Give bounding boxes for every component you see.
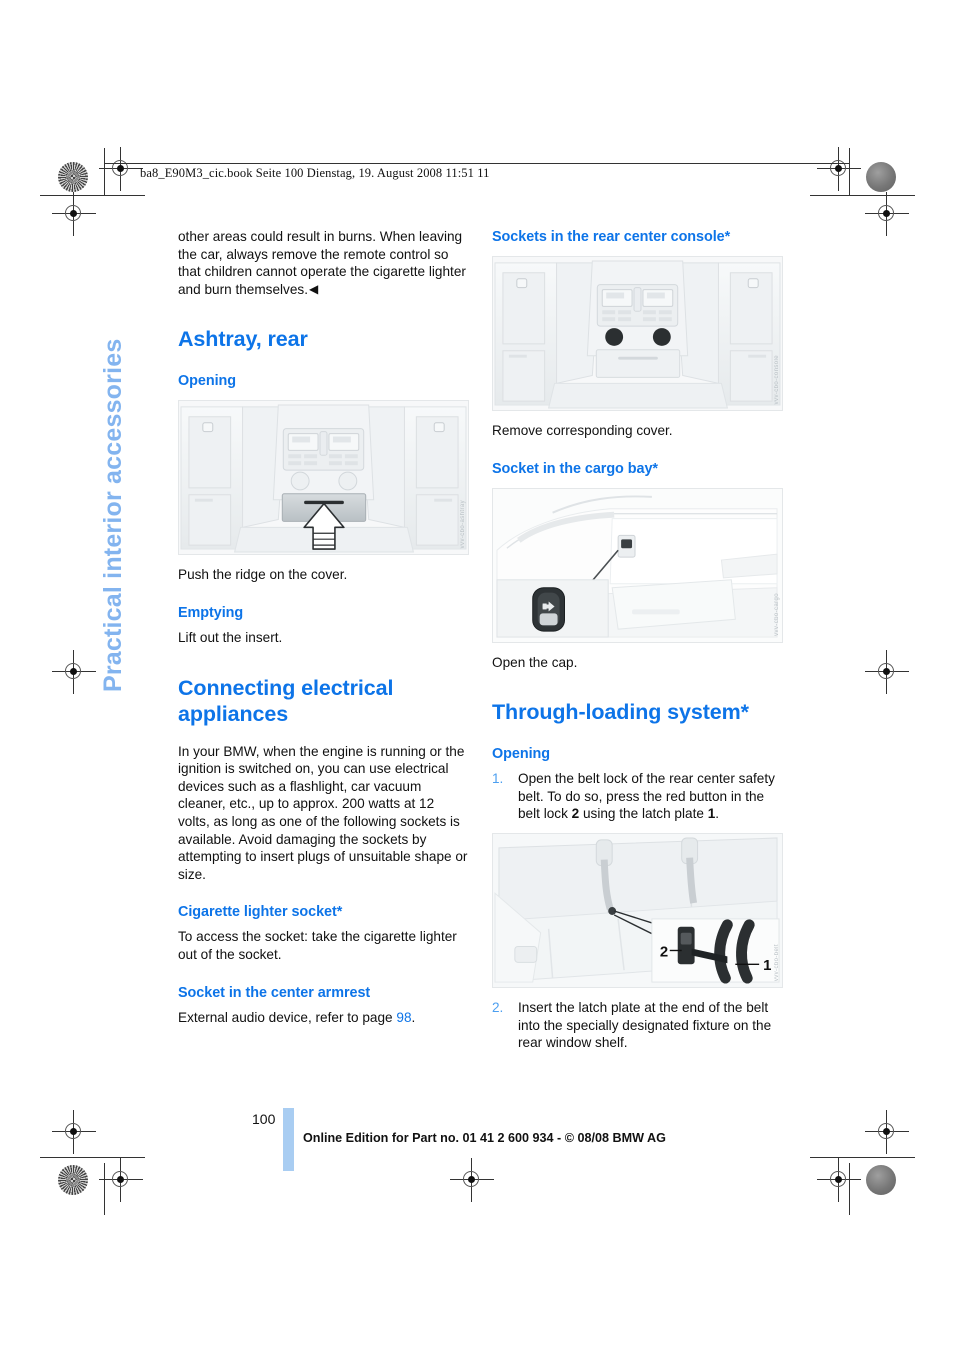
heading-ashtray-opening: Opening <box>178 373 237 390</box>
figure-cargo-bay-socket: vvv-cbo-cargo <box>492 487 783 643</box>
registration-cross-bottom-center <box>450 1158 494 1202</box>
intro-paragraph-text: other areas could result in burns. When … <box>178 229 466 297</box>
registration-cross-right-middle <box>865 650 909 694</box>
intro-paragraph: other areas could result in burns. When … <box>178 228 469 298</box>
trim-line-bottom-left <box>40 1157 145 1158</box>
registration-rosette-top-right <box>866 162 896 192</box>
step-item-1: 1. Open the belt lock of the rear center… <box>492 770 783 823</box>
heading-connecting-electrical-appliances: Connecting electrical appliances <box>178 675 394 726</box>
svg-text:2: 2 <box>660 944 668 960</box>
heading-ashtray-rear: Ashtray, rear <box>178 327 308 352</box>
step-number: 1. <box>492 771 504 787</box>
caption-cargo-bay: Open the cap. <box>492 654 578 670</box>
figure-rear-seat-belt-lock: 2 1 vvv-cbo-belt <box>492 832 783 988</box>
text-cigarette-lighter-socket: To access the socket: take the cigarette… <box>178 929 457 962</box>
heading-ashtray-emptying: Emptying <box>178 604 244 621</box>
heading-socket-cargo-bay: Socket in the cargo bay* <box>492 460 658 477</box>
figure-watermark: vvv-cbo-console <box>774 354 780 404</box>
figure-watermark: vvv-cbo-ashtray <box>460 500 466 549</box>
step-item-2: 2. Insert the latch plate at the end of … <box>492 999 783 1052</box>
figure-watermark: vvv-cbo-cargo <box>774 592 780 636</box>
left-column: other areas could result in burns. When … <box>178 228 469 1026</box>
registration-cross-top-right <box>817 147 861 191</box>
step-text: Insert the latch plate at the end of the… <box>518 999 772 1051</box>
page-number: 100 <box>252 1111 276 1127</box>
trim-line-top-right <box>810 195 915 196</box>
heading-cigarette-lighter-socket: Cigarette lighter socket* <box>178 904 343 921</box>
trim-line-vertical-bottom-right <box>849 1163 850 1215</box>
page-number-accent-bar <box>283 1108 294 1171</box>
page-reference-link[interactable]: 98 <box>396 1010 411 1025</box>
figure-ashtray-rear: vvv-cbo-ashtray <box>178 400 469 556</box>
chapter-side-tab-label: Practical interior accessories <box>99 338 127 692</box>
heading-sockets-rear-center-console: Sockets in the rear center console* <box>492 229 731 245</box>
right-column: Sockets in the rear center console* vvv-… <box>492 228 783 1052</box>
heading-through-loading-system: Through-loading system* <box>492 700 749 725</box>
figure-rear-center-console: vvv-cbo-console <box>492 256 783 411</box>
text-ashtray-emptying: Lift out the insert. <box>178 629 283 645</box>
registration-cross-top-left <box>99 147 143 191</box>
text-socket-center-armrest: External audio device, refer to page 98. <box>178 1009 469 1027</box>
manual-page: ba8_E90M3_cic.book Seite 100 Dienstag, 1… <box>0 0 954 1350</box>
registration-cross-right-lower <box>865 1110 909 1154</box>
armrest-text-lead: External audio device, refer to page <box>178 1009 397 1025</box>
trim-line-bottom-right <box>810 1157 915 1158</box>
trim-line-vertical-left <box>104 148 105 196</box>
registration-cross-left-lower <box>52 1110 96 1154</box>
trim-line-vertical-bottom-left <box>104 1163 105 1215</box>
step-text: Open the belt lock of the rear center sa… <box>518 771 775 822</box>
registration-rosette-bottom-left <box>58 1165 88 1195</box>
header-rule <box>104 163 849 164</box>
registration-cross-left-upper <box>52 192 96 236</box>
caption-ashtray: Push the ridge on the cover. <box>178 567 348 583</box>
caption-rear-center-console: Remove corresponding cover. <box>492 423 673 438</box>
trim-line-top-left <box>40 195 145 196</box>
armrest-text-tail: . <box>411 1009 416 1025</box>
registration-rosette-top-left <box>58 162 88 192</box>
registration-cross-left-middle <box>52 650 96 694</box>
registration-cross-right-upper <box>865 192 909 236</box>
footer-edition-text: Online Edition for Part no. 01 41 2 600 … <box>303 1131 666 1145</box>
registration-cross-bottom-left <box>99 1158 143 1202</box>
trim-line-vertical-right <box>849 148 850 196</box>
heading-socket-center-armrest: Socket in the center armrest <box>178 984 371 1001</box>
chapter-side-tab: Practical interior accessories <box>99 232 148 692</box>
registration-rosette-bottom-right <box>866 1165 896 1195</box>
heading-through-loading-opening: Opening <box>492 746 551 763</box>
step-number: 2. <box>492 999 504 1015</box>
end-of-warning-icon: ◀ <box>308 281 319 296</box>
svg-text:1: 1 <box>763 958 771 974</box>
paragraph-connecting-appliances: In your BMW, when the engine is running … <box>178 743 468 882</box>
book-header-text: ba8_E90M3_cic.book Seite 100 Dienstag, 1… <box>140 166 490 180</box>
figure-watermark: vvv-cbo-belt <box>774 943 780 981</box>
registration-cross-bottom-right <box>817 1158 861 1202</box>
